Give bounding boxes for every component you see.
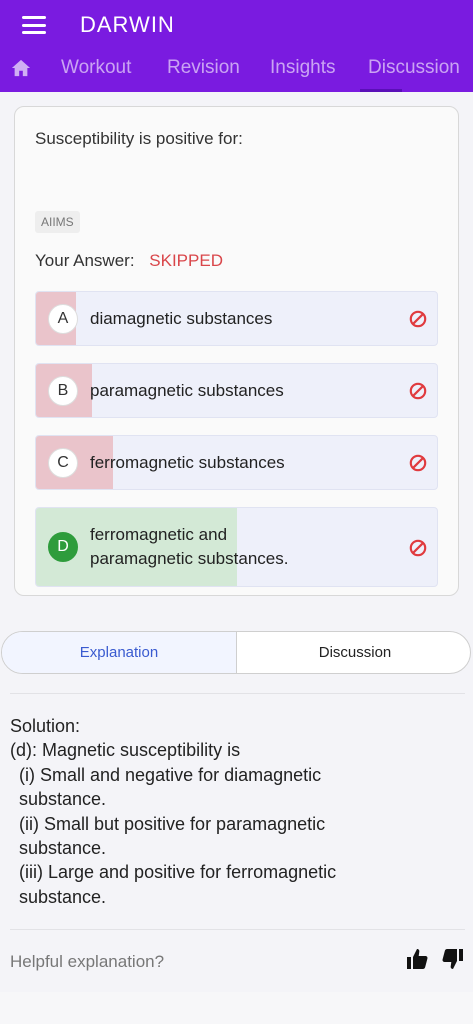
solution-text: Solution: (d): Magnetic susceptibility i…	[10, 714, 465, 909]
tab-workout[interactable]: Workout	[61, 57, 131, 79]
option-b-letter: B	[48, 376, 78, 406]
solution-heading: Solution:	[10, 716, 81, 736]
discussion-tab[interactable]: Discussion	[238, 632, 470, 673]
explanation-discussion-toggle: Explanation Discussion	[1, 631, 471, 674]
your-answer: Your Answer: SKIPPED	[35, 251, 223, 271]
option-c-text: ferromagnetic substances	[90, 453, 285, 472]
question-card: Susceptibility is positive for: AIIMS Yo…	[14, 106, 459, 596]
solution-line: substance.	[19, 886, 107, 907]
solution-line: substance.	[19, 838, 107, 859]
option-b[interactable]: B paramagnetic substances	[35, 363, 438, 418]
divider	[10, 929, 465, 930]
option-a-letter: A	[48, 304, 78, 334]
app-title: DARWIN	[80, 12, 175, 37]
option-d-letter: D	[48, 532, 78, 562]
your-answer-label: Your Answer:	[35, 251, 135, 270]
app-bar: DARWIN Workout Revision Insights Discuss…	[0, 0, 473, 92]
question-text: Susceptibility is positive for:	[35, 129, 243, 148]
thumbs-down-icon[interactable]	[441, 946, 465, 972]
tab-bar: Workout Revision Insights Discussion	[0, 52, 473, 88]
ban-icon	[409, 454, 427, 472]
exam-tag: AIIMS	[35, 211, 80, 233]
menu-icon[interactable]	[22, 16, 46, 34]
solution-line: (d): Magnetic susceptibility is	[10, 740, 241, 761]
option-d[interactable]: D ferromagnetic and paramagnetic substan…	[35, 507, 438, 587]
tab-scroll-indicator	[360, 89, 402, 92]
option-d-text-line1: ferromagnetic and	[90, 525, 228, 544]
divider	[10, 693, 465, 694]
option-a[interactable]: A diamagnetic substances	[35, 291, 438, 346]
ban-icon	[409, 382, 427, 400]
solution-line: (i) Small and negative for diamagnetic	[19, 764, 322, 785]
solution-line: (iii) Large and positive for ferromagnet…	[19, 862, 337, 883]
option-d-text: ferromagnetic and paramagnetic substance…	[90, 523, 288, 571]
solution-line: (ii) Small but positive for paramagnetic	[19, 813, 326, 834]
bottom-area	[0, 992, 473, 1024]
option-b-text: paramagnetic substances	[90, 381, 284, 400]
helpful-prompt: Helpful explanation?	[10, 952, 165, 971]
option-c[interactable]: C ferromagnetic substances	[35, 435, 438, 490]
home-icon[interactable]	[10, 58, 32, 78]
option-c-letter: C	[48, 448, 78, 478]
thumbs-up-icon[interactable]	[405, 946, 429, 972]
explanation-tab[interactable]: Explanation	[2, 632, 237, 673]
solution-line: substance.	[19, 789, 107, 810]
option-d-text-line2: paramagnetic substances.	[90, 549, 289, 568]
your-answer-status: SKIPPED	[149, 251, 223, 270]
ban-icon	[409, 310, 427, 328]
option-a-text: diamagnetic substances	[90, 309, 273, 328]
tab-discussion[interactable]: Discussion	[368, 57, 460, 79]
tab-insights[interactable]: Insights	[270, 57, 335, 79]
ban-icon	[409, 539, 427, 557]
tab-revision[interactable]: Revision	[167, 57, 240, 79]
